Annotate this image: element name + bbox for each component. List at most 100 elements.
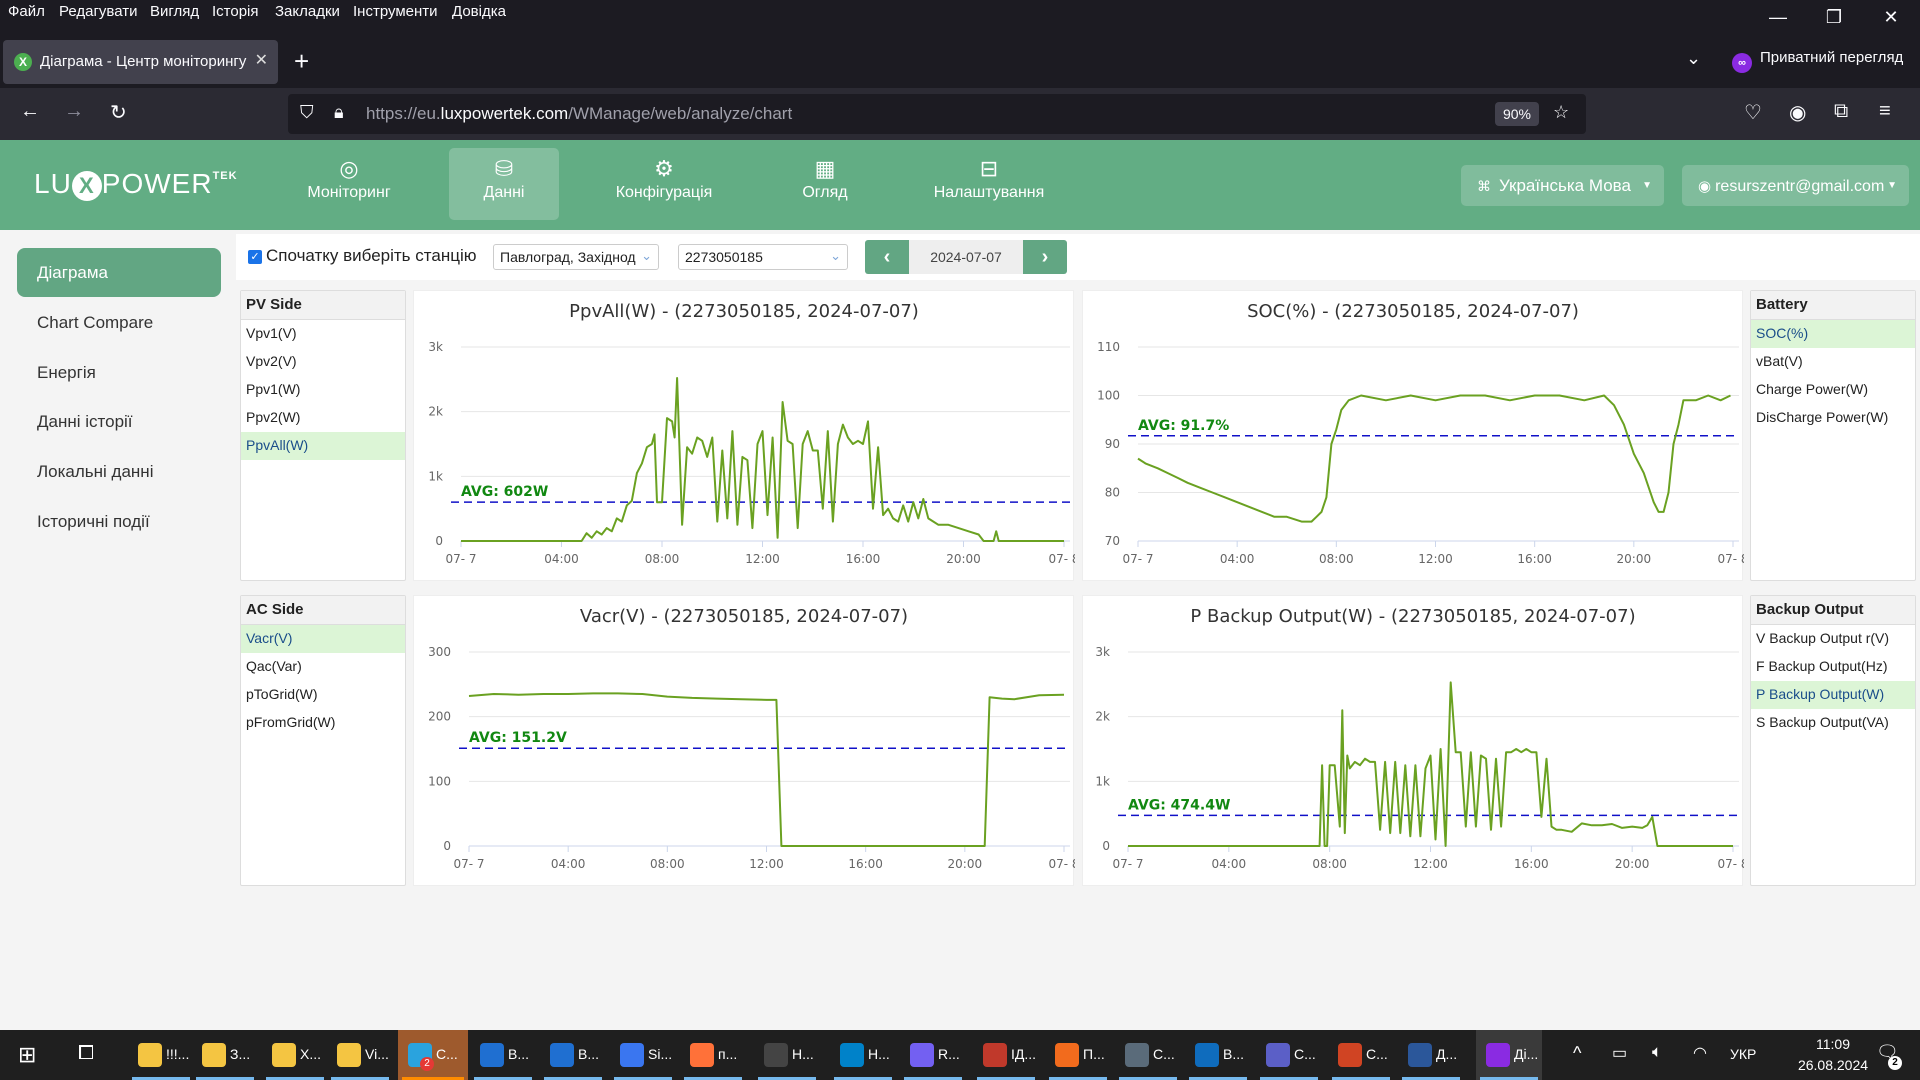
- taskbar-app[interactable]: 2 С...: [398, 1030, 468, 1080]
- pv-item-ppv2[interactable]: Ppv2(W): [241, 404, 405, 432]
- user-dropdown[interactable]: ◉ resurszentr@gmail.com ▼: [1682, 165, 1909, 206]
- battery-item-soc[interactable]: SOC(%): [1751, 320, 1915, 348]
- menu-view[interactable]: Вигляд: [150, 3, 199, 20]
- x-tick-label: 20:00: [948, 857, 983, 871]
- x-tick-label: 07- 7: [1122, 552, 1153, 566]
- taskbar-app[interactable]: R...: [900, 1030, 966, 1080]
- taskbar-app[interactable]: Н...: [830, 1030, 896, 1080]
- station-first-label[interactable]: Спочатку виберіть станцію: [266, 246, 476, 266]
- next-date-button[interactable]: ›: [1023, 240, 1067, 274]
- reload-icon[interactable]: ↻: [110, 100, 127, 125]
- bookmark-star-icon[interactable]: ☆: [1553, 102, 1569, 123]
- battery-item-vbat[interactable]: vBat(V): [1751, 348, 1915, 376]
- avg-label: AVG: 91.7%: [1138, 418, 1229, 434]
- menu-tools[interactable]: Інструменти: [353, 3, 438, 20]
- browser-tab-active[interactable]: X Діаграма - Центр моніторингу ✕: [3, 40, 278, 84]
- date-field[interactable]: 2024-07-07: [909, 240, 1023, 274]
- shield-icon[interactable]: ⛉: [300, 102, 314, 123]
- backup-item-f[interactable]: F Backup Output(Hz): [1751, 653, 1915, 681]
- nav-data[interactable]: ⛁ Данні: [449, 148, 559, 220]
- battery-icon[interactable]: ▭: [1612, 1043, 1627, 1063]
- station-select[interactable]: Павлоград, Західнод ⌄: [493, 244, 659, 270]
- pv-item-ppvall[interactable]: PpvAll(W): [241, 432, 405, 460]
- taskbar-app-label: Д...: [1436, 1046, 1458, 1062]
- sidebar-item-chart-compare[interactable]: Chart Compare: [17, 298, 221, 347]
- ac-item-vacr[interactable]: Vacr(V): [241, 625, 405, 653]
- taskbar-app[interactable]: В...: [540, 1030, 606, 1080]
- ac-item-ptogrid[interactable]: pToGrid(W): [241, 681, 405, 709]
- clock-time[interactable]: 11:09: [1790, 1036, 1876, 1052]
- hamburger-menu-icon[interactable]: ≡: [1879, 100, 1891, 123]
- windows-start-icon[interactable]: ⊞: [18, 1042, 36, 1068]
- pv-item-ppv1[interactable]: Ppv1(W): [241, 376, 405, 404]
- list-all-tabs-icon[interactable]: ⌄: [1686, 48, 1701, 69]
- taskbar-app[interactable]: ІД...: [973, 1030, 1039, 1080]
- taskbar-app[interactable]: З...: [192, 1030, 258, 1080]
- ac-item-pfromgrid[interactable]: pFromGrid(W): [241, 709, 405, 737]
- forward-icon[interactable]: →: [64, 100, 84, 123]
- menu-history[interactable]: Історія: [212, 3, 259, 20]
- wifi-icon[interactable]: ◠: [1693, 1043, 1707, 1063]
- menu-bookmarks[interactable]: Закладки: [275, 3, 340, 20]
- pv-item-vpv2[interactable]: Vpv2(V): [241, 348, 405, 376]
- taskbar-app[interactable]: Н...: [754, 1030, 820, 1080]
- serial-select[interactable]: 2273050185 ⌄: [678, 244, 848, 270]
- extensions-icon[interactable]: ⧉: [1834, 100, 1848, 123]
- taskbar-app[interactable]: Х...: [262, 1030, 328, 1080]
- nav-settings[interactable]: ⊟ Налаштування: [924, 148, 1054, 220]
- battery-item-discharge-power[interactable]: DisCharge Power(W): [1751, 404, 1915, 432]
- ac-item-qac[interactable]: Qac(Var): [241, 653, 405, 681]
- taskbar-app[interactable]: С...: [1328, 1030, 1394, 1080]
- nav-overview[interactable]: ▦ Огляд: [780, 148, 870, 220]
- input-language[interactable]: УКР: [1730, 1046, 1756, 1062]
- url-text[interactable]: https://eu.luxpowertek.com/WManage/web/a…: [366, 104, 792, 124]
- sidebar-item-energy[interactable]: Енергія: [17, 348, 221, 397]
- lock-icon[interactable]: 🔒︎: [334, 102, 344, 123]
- taskbar-app[interactable]: Vi...: [327, 1030, 393, 1080]
- sidebar-item-chart[interactable]: Діаграма: [17, 248, 221, 297]
- sidebar-item-history-events[interactable]: Історичні події: [17, 497, 221, 546]
- backup-item-s[interactable]: S Backup Output(VA): [1751, 709, 1915, 737]
- taskbar-app[interactable]: П...: [1045, 1030, 1111, 1080]
- nav-monitoring[interactable]: ◎ Моніторинг: [290, 148, 408, 220]
- taskbar-app[interactable]: п...: [680, 1030, 746, 1080]
- taskbar-app[interactable]: !!!...: [128, 1030, 194, 1080]
- taskbar-app[interactable]: Ді...: [1476, 1030, 1542, 1080]
- taskbar-app[interactable]: С...: [1256, 1030, 1322, 1080]
- new-tab-icon[interactable]: +: [294, 46, 309, 77]
- pocket-icon[interactable]: ♡: [1744, 100, 1762, 125]
- language-dropdown[interactable]: ⌘ Українська Мова ▼: [1461, 165, 1664, 206]
- account-icon[interactable]: ◉: [1789, 100, 1806, 125]
- station-first-checkbox[interactable]: ✓: [248, 250, 262, 264]
- restore-icon[interactable]: ❐: [1811, 2, 1857, 32]
- task-view-icon[interactable]: ⧠: [78, 1042, 94, 1065]
- close-window-icon[interactable]: ✕: [1868, 2, 1914, 32]
- show-hidden-icons-icon[interactable]: ^: [1573, 1043, 1581, 1064]
- nextcloud-icon: [840, 1043, 864, 1067]
- back-icon[interactable]: ←: [20, 100, 40, 123]
- url-bar[interactable]: ⛉ 🔒︎ https://eu.luxpowertek.com/WManage/…: [288, 94, 1586, 134]
- backup-item-p[interactable]: P Backup Output(W): [1751, 681, 1915, 709]
- taskbar-app[interactable]: С...: [1115, 1030, 1181, 1080]
- sidebar-item-history-data[interactable]: Данні історії: [17, 397, 221, 446]
- taskbar-app[interactable]: Si...: [610, 1030, 676, 1080]
- taskbar-app[interactable]: В...: [1185, 1030, 1251, 1080]
- sidebar-item-local-data[interactable]: Локальні данні: [17, 447, 221, 496]
- menu-help[interactable]: Довідка: [452, 3, 506, 20]
- x-tick-label: 07- 7: [1112, 857, 1143, 871]
- battery-item-charge-power[interactable]: Charge Power(W): [1751, 376, 1915, 404]
- close-tab-icon[interactable]: ✕: [255, 50, 268, 70]
- menu-edit[interactable]: Редагувати: [59, 3, 138, 20]
- taskbar-app[interactable]: В...: [470, 1030, 536, 1080]
- prev-date-button[interactable]: ‹: [865, 240, 909, 274]
- menu-file[interactable]: Файл: [8, 3, 45, 20]
- pv-item-vpv1[interactable]: Vpv1(V): [241, 320, 405, 348]
- zoom-level-badge[interactable]: 90%: [1495, 102, 1539, 126]
- volume-icon[interactable]: 🔈︎: [1652, 1042, 1662, 1062]
- clock-date[interactable]: 26.08.2024: [1790, 1057, 1876, 1073]
- luxpower-logo[interactable]: LU X POWERTEK: [34, 168, 238, 201]
- minimize-icon[interactable]: —: [1755, 2, 1801, 32]
- backup-item-v[interactable]: V Backup Output r(V): [1751, 625, 1915, 653]
- nav-configuration[interactable]: ⚙ Конфігурація: [605, 148, 723, 220]
- taskbar-app[interactable]: Д...: [1398, 1030, 1464, 1080]
